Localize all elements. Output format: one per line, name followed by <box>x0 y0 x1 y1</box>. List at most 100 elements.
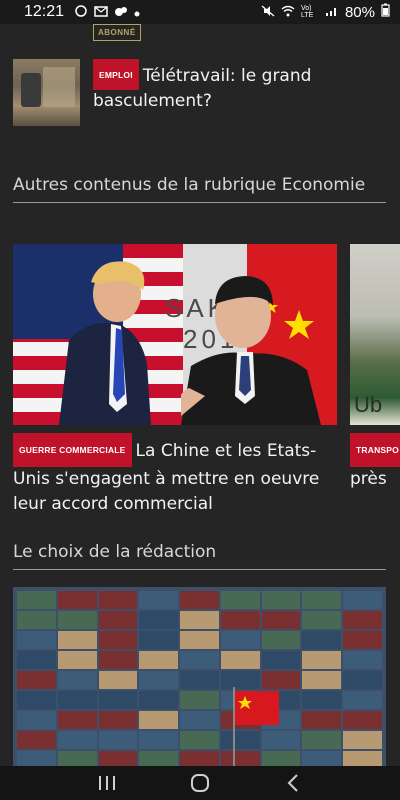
container-block <box>302 711 342 729</box>
article-feed: ABONNÉ EMPLOI Télétravail: le grand bascu… <box>0 24 400 766</box>
top-article-thumbnail[interactable] <box>13 59 80 126</box>
container-block <box>302 611 342 629</box>
container-block <box>343 751 382 766</box>
container-block <box>302 731 342 749</box>
carousel-card-next-tag: TRANSPO <box>350 433 400 467</box>
container-block <box>180 631 219 649</box>
container-block <box>139 731 179 749</box>
container-block <box>17 591 56 609</box>
container-block <box>57 731 97 749</box>
container-block <box>180 691 219 709</box>
container-block <box>180 611 219 629</box>
container-block <box>261 751 301 766</box>
system-icons: Vo) LTE 80% <box>261 3 390 21</box>
container-block <box>343 631 382 649</box>
container-block <box>139 671 179 689</box>
container-block <box>57 611 97 629</box>
back-icon <box>287 774 299 792</box>
container-block <box>98 731 138 749</box>
container-block <box>98 671 138 689</box>
container-block <box>343 691 382 709</box>
person-left-image <box>59 261 151 425</box>
dot-icon <box>134 3 140 21</box>
app-icon <box>114 3 128 21</box>
container-block <box>98 611 138 629</box>
container-block <box>302 671 342 689</box>
shipping-containers-image <box>13 587 386 766</box>
notification-icon <box>74 3 88 21</box>
container-block <box>180 731 219 749</box>
container-block <box>220 751 260 766</box>
recent-apps-button[interactable] <box>92 768 122 798</box>
container-block <box>261 651 301 669</box>
wifi-icon <box>281 4 295 21</box>
container-block <box>17 631 56 649</box>
container-block <box>17 611 56 629</box>
container-block <box>220 591 260 609</box>
photo-sign-text: Ub <box>354 392 383 417</box>
container-block <box>139 751 179 766</box>
subscriber-badge: ABONNÉ <box>93 24 141 41</box>
carousel-card-next-text[interactable]: TRANSPO près <box>350 433 400 492</box>
container-block <box>57 671 97 689</box>
container-block <box>98 691 138 709</box>
system-navigation-bar <box>0 766 400 800</box>
carousel-card-main-tag: GUERRE COMMERCIALE <box>13 433 132 467</box>
container-block <box>98 651 138 669</box>
container-block <box>180 751 219 766</box>
container-block <box>98 711 138 729</box>
container-block <box>57 651 97 669</box>
home-button[interactable] <box>185 768 215 798</box>
container-block <box>180 711 219 729</box>
container-block <box>220 651 260 669</box>
container-block <box>302 591 342 609</box>
container-block <box>302 631 342 649</box>
recent-apps-icon <box>98 776 115 790</box>
container-block <box>302 751 342 766</box>
container-block <box>302 691 342 709</box>
container-block <box>139 631 179 649</box>
container-block <box>17 731 56 749</box>
container-block <box>261 631 301 649</box>
status-bar: 12:21 Vo) LTE 80% <box>0 0 400 24</box>
carousel-card-next-title[interactable]: près <box>350 467 400 492</box>
carousel-card-next-photo[interactable]: Ub <box>350 244 400 425</box>
carousel-card-main-text[interactable]: GUERRE COMMERCIALE La Chine et les Etats-… <box>13 433 337 517</box>
editorial-article-photo[interactable] <box>13 587 386 766</box>
container-block <box>139 591 179 609</box>
top-article[interactable]: EMPLOI Télétravail: le grand basculement? <box>13 59 383 129</box>
container-block <box>17 711 56 729</box>
container-block <box>220 731 260 749</box>
container-block <box>180 651 219 669</box>
container-block <box>57 751 97 766</box>
container-block <box>343 611 382 629</box>
container-block <box>343 711 382 729</box>
container-block <box>180 591 219 609</box>
network-label: Vo) LTE <box>300 5 314 19</box>
battery-icon <box>381 3 390 21</box>
carousel-card-photo[interactable]: SAK 201 <box>13 244 337 425</box>
container-block <box>17 671 56 689</box>
person-right-image <box>181 276 321 425</box>
container-block <box>220 671 260 689</box>
container-block <box>139 711 179 729</box>
container-block <box>261 611 301 629</box>
carousel-card-main[interactable]: SAK 201 GUERRE COMMERCIALE La Chine et l… <box>13 244 337 517</box>
container-block <box>261 731 301 749</box>
container-block <box>343 651 382 669</box>
mail-icon <box>94 3 108 21</box>
back-button[interactable] <box>278 768 308 798</box>
top-article-text[interactable]: EMPLOI Télétravail: le grand basculement? <box>93 59 323 129</box>
container-block <box>57 711 97 729</box>
carousel-card-next[interactable]: Ub TRANSPO près <box>350 244 400 492</box>
battery-percent: 80% <box>344 3 375 21</box>
notification-icons <box>74 3 140 21</box>
related-carousel[interactable]: SAK 201 GUERRE COMMERCIALE La Chine et l… <box>13 244 400 514</box>
section-title-editorial: Le choix de la rédaction <box>13 541 386 570</box>
china-flag-small-image <box>235 691 279 725</box>
container-block <box>139 651 179 669</box>
container-block <box>98 631 138 649</box>
container-block <box>17 751 56 766</box>
container-block <box>139 691 179 709</box>
container-block <box>220 631 260 649</box>
